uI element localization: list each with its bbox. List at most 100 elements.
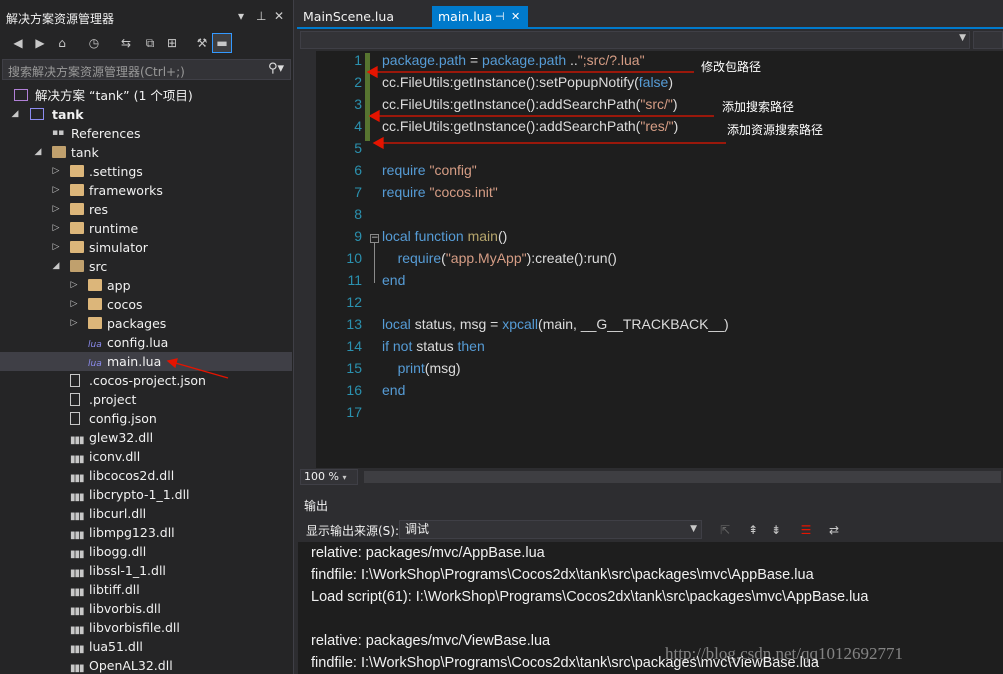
search-icon[interactable]: ⚲▾ bbox=[268, 61, 284, 76]
tree-item[interactable]: ▮▮▮ libtiff.dll bbox=[0, 580, 292, 599]
watermark: http://blog.csdn.net/qq1012692771 bbox=[665, 644, 903, 663]
output-source-select[interactable]: 调试 ▼ bbox=[399, 520, 702, 539]
zoom-value: 100 % bbox=[304, 470, 339, 483]
pin-tab-icon[interactable]: ⊣ bbox=[495, 6, 505, 27]
tree-item[interactable]: ▷ app bbox=[0, 276, 292, 295]
code-line[interactable]: end bbox=[382, 272, 405, 288]
chevron-down-icon: ▾ bbox=[342, 473, 347, 482]
tree-item[interactable]: ▮▮▮ libmpg123.dll bbox=[0, 523, 292, 542]
folder-icon bbox=[88, 279, 102, 291]
tree-item[interactable]: ▮▮▮ libvorbis.dll bbox=[0, 599, 292, 618]
tree-item[interactable]: 解决方案 “tank” (1 个项目) bbox=[0, 86, 292, 105]
forward-icon[interactable]: ▶ bbox=[30, 33, 50, 53]
dropdown-icon[interactable]: ▾ bbox=[238, 9, 244, 23]
tree-item[interactable]: ◢ tank bbox=[0, 105, 292, 124]
clear-all-icon[interactable]: ☰ bbox=[797, 521, 815, 539]
tree-item[interactable]: ▷ packages bbox=[0, 314, 292, 333]
tree-item[interactable]: ▮▮▮ libcurl.dll bbox=[0, 504, 292, 523]
collapsed-arrow-icon[interactable]: ▷ bbox=[69, 276, 79, 295]
collapsed-arrow-icon[interactable]: ▷ bbox=[51, 238, 61, 257]
prev-message-icon[interactable]: ⇞ bbox=[744, 521, 762, 539]
tree-item[interactable]: ▷ simulator bbox=[0, 238, 292, 257]
output-line: Load script(61): I:\WorkShop\Programs\Co… bbox=[311, 589, 869, 605]
chevron-down-icon: ▼ bbox=[959, 33, 966, 43]
folder-icon bbox=[70, 184, 84, 196]
tab-mainscene-lua[interactable]: MainScene.lua bbox=[297, 6, 431, 27]
tree-item[interactable]: ▮▮▮ libogg.dll bbox=[0, 542, 292, 561]
expanded-arrow-icon[interactable]: ◢ bbox=[10, 105, 20, 124]
collapsed-arrow-icon[interactable]: ▷ bbox=[69, 314, 79, 333]
code-line[interactable]: require "config" bbox=[382, 162, 477, 178]
history-icon[interactable]: ◷ bbox=[84, 33, 104, 53]
home-icon[interactable]: ⌂ bbox=[52, 33, 72, 53]
tree-item[interactable]: .cocos-project.json bbox=[0, 371, 292, 390]
expanded-arrow-icon[interactable]: ◢ bbox=[51, 257, 61, 276]
code-line[interactable]: print(msg) bbox=[382, 360, 461, 376]
tree-item[interactable]: ▮▮▮ libvorbisfile.dll bbox=[0, 618, 292, 637]
tree-item[interactable]: ▮▮▮ iconv.dll bbox=[0, 447, 292, 466]
lua-file-icon: lua bbox=[88, 359, 102, 369]
tree-item-label: res bbox=[89, 202, 109, 217]
sync-icon[interactable]: ⇆ bbox=[116, 33, 136, 53]
editor-navigation-dropdown[interactable]: ▼ bbox=[300, 31, 970, 49]
tree-item-label: libcrypto-1_1.dll bbox=[89, 487, 190, 502]
tree-item[interactable]: lua config.lua bbox=[0, 333, 292, 352]
line-number: 9 bbox=[354, 228, 362, 244]
tree-item[interactable]: ◢ src bbox=[0, 257, 292, 276]
code-line[interactable]: end bbox=[382, 382, 405, 398]
horizontal-scrollbar[interactable] bbox=[364, 471, 1001, 483]
find-message-icon[interactable]: ⇱ bbox=[716, 521, 734, 539]
expanded-arrow-icon[interactable]: ◢ bbox=[33, 143, 43, 162]
code-line[interactable]: require "cocos.init" bbox=[382, 184, 498, 200]
back-icon[interactable]: ◀ bbox=[8, 33, 28, 53]
tree-item[interactable]: ▮▮▮ OpenAL32.dll bbox=[0, 656, 292, 674]
tree-item[interactable]: ▷ runtime bbox=[0, 219, 292, 238]
editor-margin bbox=[298, 51, 316, 468]
tree-item-label: cocos bbox=[107, 297, 143, 312]
tree-item-label: runtime bbox=[89, 221, 139, 236]
close-tab-icon[interactable]: ✕ bbox=[511, 6, 520, 27]
tree-item[interactable]: ▷ frameworks bbox=[0, 181, 292, 200]
tree-item[interactable]: ▷ cocos bbox=[0, 295, 292, 314]
tree-item[interactable]: ▪▪ References bbox=[0, 124, 292, 143]
tree-item[interactable]: ▷ res bbox=[0, 200, 292, 219]
tree-item[interactable]: ◢ tank bbox=[0, 143, 292, 162]
collapsed-arrow-icon[interactable]: ▷ bbox=[51, 181, 61, 200]
tree-item[interactable]: .project bbox=[0, 390, 292, 409]
solution-search-input[interactable]: 搜索解决方案资源管理器(Ctrl+;) ⚲▾ bbox=[2, 59, 291, 80]
preview-icon[interactable]: ▬ bbox=[212, 33, 232, 53]
close-icon[interactable]: ✕ bbox=[274, 9, 284, 23]
code-line[interactable]: local function main() bbox=[382, 228, 507, 244]
tree-item-label: config.lua bbox=[107, 335, 169, 350]
split-editor-button[interactable] bbox=[973, 31, 1003, 49]
next-message-icon[interactable]: ⇟ bbox=[767, 521, 785, 539]
tab-main-lua[interactable]: main.lua ⊣ ✕ bbox=[432, 6, 528, 27]
tree-item[interactable]: ▮▮▮ lua51.dll bbox=[0, 637, 292, 656]
tree-item[interactable]: ▮▮▮ libssl-1_1.dll bbox=[0, 561, 292, 580]
collapsed-arrow-icon[interactable]: ▷ bbox=[51, 200, 61, 219]
code-line[interactable]: local status, msg = xpcall(main, __G__TR… bbox=[382, 316, 729, 332]
tree-item[interactable]: ▮▮▮ glew32.dll bbox=[0, 428, 292, 447]
json-file-icon bbox=[70, 374, 80, 387]
dll-file-icon: ▮▮▮ bbox=[70, 568, 85, 579]
show-all-files-icon[interactable]: ⊞ bbox=[162, 33, 182, 53]
annotation-note-2: 添加搜索路径 bbox=[722, 100, 795, 114]
tree-item[interactable]: ▮▮▮ libcocos2d.dll bbox=[0, 466, 292, 485]
code-line[interactable]: require("app.MyApp"):create():run() bbox=[382, 250, 617, 266]
collapse-icon[interactable]: − bbox=[370, 234, 379, 243]
tree-item[interactable]: ▮▮▮ libcrypto-1_1.dll bbox=[0, 485, 292, 504]
code-line[interactable]: if not status then bbox=[382, 338, 485, 354]
zoom-dropdown[interactable]: 100 % ▾ bbox=[300, 469, 358, 485]
collapsed-arrow-icon[interactable]: ▷ bbox=[69, 295, 79, 314]
pin-icon[interactable]: ⊥ bbox=[256, 9, 266, 23]
collapse-all-icon[interactable]: ⧉ bbox=[140, 33, 160, 53]
word-wrap-icon[interactable]: ⇄ bbox=[825, 521, 843, 539]
collapsed-arrow-icon[interactable]: ▷ bbox=[51, 162, 61, 181]
tree-item[interactable]: ▷ .settings bbox=[0, 162, 292, 181]
tree-item[interactable]: config.json bbox=[0, 409, 292, 428]
folder-icon bbox=[70, 222, 84, 234]
tree-item[interactable]: lua main.lua bbox=[0, 352, 292, 371]
collapsed-arrow-icon[interactable]: ▷ bbox=[51, 219, 61, 238]
tree-item-label: libvorbis.dll bbox=[89, 601, 161, 616]
properties-icon[interactable]: ⚒ bbox=[192, 33, 212, 53]
